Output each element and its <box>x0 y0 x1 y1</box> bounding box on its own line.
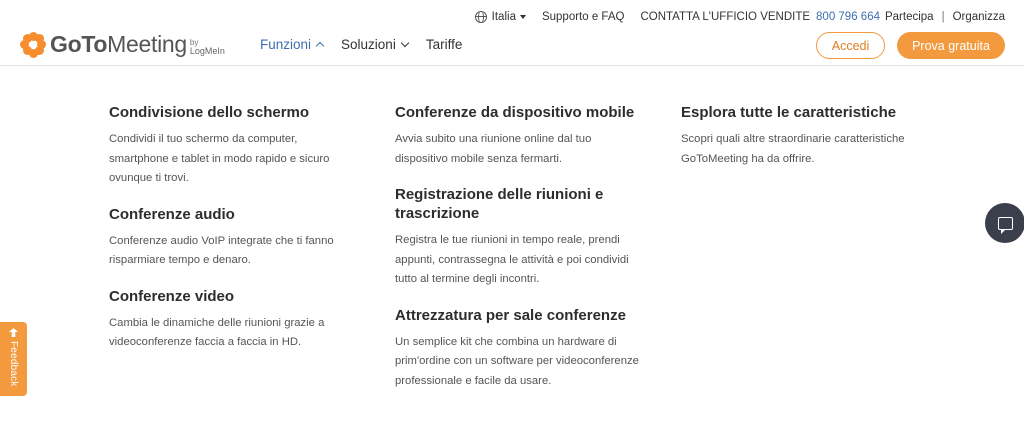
logo-byline: by LogMeIn <box>189 37 225 56</box>
free-trial-button[interactable]: Prova gratuita <box>897 32 1005 59</box>
feature-description: Registra le tue riunioni in tempo reale,… <box>395 234 629 285</box>
organize-link[interactable]: Organizza <box>953 11 1005 23</box>
feature-description: Avvia subito una riunione online dal tuo… <box>395 133 592 165</box>
chat-bubble-icon <box>997 216 1013 234</box>
menu-column-2: Conferenze da dispositivo mobile Avvia s… <box>395 103 640 407</box>
feature-title: Conferenze video <box>109 287 235 305</box>
logo-wordmark: GoToMeeting <box>50 31 187 57</box>
feature-description: Scopri quali altre straordinarie caratte… <box>681 133 905 165</box>
sales-contact-label: CONTATTA L'UFFICIO VENDITE <box>640 11 811 23</box>
caret-down-icon <box>519 15 526 19</box>
menu-feature[interactable]: Conferenze audio Conferenze audio VoIP i… <box>109 205 359 271</box>
menu-feature[interactable]: Condivisione dello schermo Condividi il … <box>109 103 359 189</box>
feature-title: Conferenze audio <box>109 205 235 223</box>
nav-item-funzioni[interactable]: Funzioni <box>260 37 325 52</box>
sales-contact: CONTATTA L'UFFICIO VENDITE 800 796 664 <box>640 11 880 23</box>
join-link[interactable]: Partecipa <box>885 11 934 23</box>
feedback-label: Feedback <box>8 341 19 387</box>
globe-icon <box>474 11 487 23</box>
menu-feature[interactable]: Registrazione delle riunioni e trascrizi… <box>395 185 640 290</box>
feature-description: Un semplice kit che combina un hardware … <box>395 335 639 387</box>
language-selector[interactable]: Italia <box>474 11 526 23</box>
feature-description: Cambia le dinamiche delle riunioni grazi… <box>109 316 325 349</box>
menu-column-1: Condivisione dello schermo Condividi il … <box>109 103 359 369</box>
chevron-up-icon <box>315 41 325 51</box>
login-button[interactable]: Accedi <box>816 32 885 59</box>
chevron-down-icon <box>400 38 410 47</box>
feature-title: Condivisione dello schermo <box>109 104 310 121</box>
main-nav: Funzioni Soluzioni Tariffe <box>260 37 480 52</box>
chat-button[interactable] <box>985 203 1024 243</box>
feedback-tab[interactable]: Feedback <box>0 322 27 396</box>
feature-title: Conferenze da dispositivo mobile <box>395 104 635 121</box>
arrow-up-icon <box>9 328 18 337</box>
nav-item-soluzioni[interactable]: Soluzioni <box>341 37 410 52</box>
sales-phone-link[interactable]: 800 796 664 <box>816 11 880 23</box>
menu-feature[interactable]: Esplora tutte le caratteristiche Scopri … <box>681 103 931 169</box>
utility-separator: | <box>941 11 945 23</box>
menu-feature[interactable]: Conferenze da dispositivo mobile Avvia s… <box>395 103 640 169</box>
gotomeeting-logo[interactable]: GoToMeeting by LogMeIn <box>20 31 225 58</box>
support-link[interactable]: Supporto e FAQ <box>542 11 624 23</box>
logo-flower-icon <box>20 31 46 58</box>
language-label: Italia <box>491 11 516 23</box>
feature-description: Conferenze audio VoIP integrate che ti f… <box>109 234 334 267</box>
menu-feature[interactable]: Conferenze video Cambia le dinamiche del… <box>109 287 359 353</box>
feature-title: Attrezzatura per sale conferenze <box>395 306 626 324</box>
menu-feature[interactable]: Attrezzatura per sale conferenze Un semp… <box>395 306 640 392</box>
menu-column-3: Esplora tutte le caratteristiche Scopri … <box>681 103 931 185</box>
header-divider <box>0 65 1024 66</box>
utility-bar: Italia Supporto e FAQ CONTATTA L'UFFICIO… <box>474 8 1005 26</box>
feature-title: Registrazione delle riunioni e trascrizi… <box>395 186 604 222</box>
nav-item-tariffe[interactable]: Tariffe <box>426 37 463 52</box>
feature-title: Esplora tutte le caratteristiche <box>681 104 897 121</box>
feature-description: Condividi il tuo schermo da computer, sm… <box>109 133 330 184</box>
